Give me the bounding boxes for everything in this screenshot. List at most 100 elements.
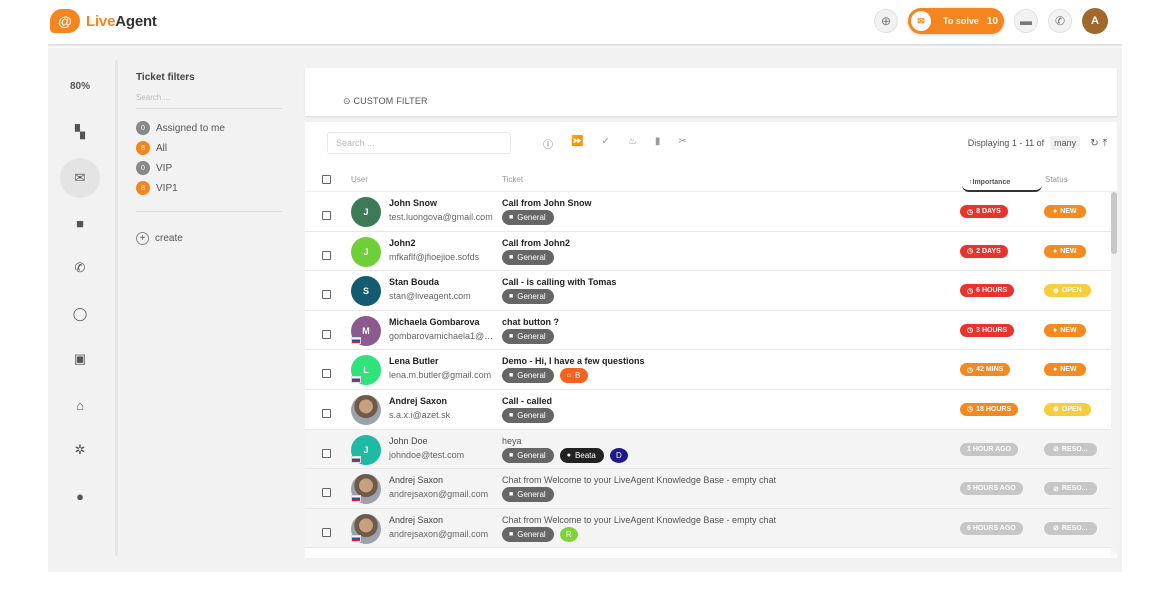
column-user[interactable]: User — [351, 175, 368, 184]
row-checkbox[interactable] — [322, 484, 331, 502]
row-checkbox[interactable] — [322, 524, 331, 542]
refresh-icon[interactable]: ↻ — [1090, 138, 1098, 149]
ticket-subject[interactable]: Call from John Snow — [502, 198, 592, 208]
select-all-checkbox[interactable] — [322, 175, 331, 186]
user-name[interactable]: John2 — [389, 238, 416, 248]
flag-icon — [351, 495, 361, 503]
clock-icon: ◷ — [967, 248, 974, 256]
filter-assigned-to-me[interactable]: 0 Assigned to me — [136, 121, 286, 135]
row-checkbox[interactable] — [322, 445, 331, 463]
nav-reports[interactable]: ◯ — [60, 294, 100, 334]
nav-progress[interactable]: 80% — [60, 66, 100, 106]
table-row[interactable]: J John2 mfkaflf@jfioejioe.sofds Call fro… — [305, 231, 1111, 272]
nav-tickets[interactable]: ✉ — [60, 158, 100, 198]
filter-vip[interactable]: 0 VIP — [136, 161, 286, 175]
column-ticket[interactable]: Ticket — [502, 175, 523, 184]
ticket-subject[interactable]: Chat from Welcome to your LiveAgent Know… — [502, 515, 776, 525]
resolve-icon[interactable]: ✓ — [601, 136, 609, 151]
info-icon[interactable]: ⓘ — [543, 136, 553, 151]
department-tag[interactable]: ■ General — [502, 249, 554, 265]
user-avatar[interactable]: A — [1082, 8, 1108, 34]
tag-badge[interactable]: R — [559, 526, 578, 542]
custom-filter-button[interactable]: ⊙ CUSTOM FILTER — [343, 96, 428, 107]
agent-tag[interactable]: ● Beata — [559, 447, 604, 463]
user-name[interactable]: Stan Bouda — [389, 277, 439, 287]
row-checkbox[interactable] — [322, 405, 331, 423]
add-button[interactable]: ⊕ — [874, 9, 899, 33]
scroll-top-icon[interactable]: ⤒ — [1103, 138, 1107, 149]
filter-vip1[interactable]: 8 VIP1 — [136, 181, 286, 195]
liveagent-logo[interactable]: @ LiveAgent — [50, 9, 157, 33]
department-tag[interactable]: ■ General — [502, 526, 554, 542]
nav-settings[interactable]: ✲ — [60, 430, 100, 470]
nav-chats[interactable]: ■ — [60, 203, 100, 243]
table-row[interactable]: Andrej Saxon andrejsaxon@gmail.com Chat … — [305, 508, 1111, 549]
call-button[interactable]: ✆ — [1048, 9, 1072, 33]
forward-icon[interactable]: ⏩ — [571, 136, 583, 151]
priority-icon[interactable]: ♨ — [628, 136, 637, 151]
spam-icon[interactable]: ✂ — [678, 136, 686, 151]
ticket-subject[interactable]: chat button ? — [502, 317, 559, 327]
table-row[interactable]: M Michaela Gombarova gombarovamichaela1@… — [305, 310, 1111, 351]
department-tag[interactable]: ■ General — [502, 368, 554, 384]
filter-all[interactable]: 8 All — [136, 141, 286, 155]
row-checkbox[interactable] — [322, 365, 331, 383]
trash-icon[interactable]: ▮ — [655, 136, 661, 151]
table-row[interactable]: L Lena Butler lena.m.butler@gmail.com De… — [305, 350, 1111, 390]
user-name[interactable]: Lena Butler — [389, 356, 439, 366]
tag-badge[interactable]: ⌂ B — [559, 368, 589, 384]
ticket-subject[interactable]: Call from John2 — [502, 238, 570, 248]
row-checkbox[interactable] — [322, 247, 331, 265]
ticket-subject[interactable]: heya — [502, 436, 522, 446]
importance-badge: ◷ 3 HOURS — [960, 323, 1015, 337]
ticket-subject[interactable]: Chat from Welcome to your LiveAgent Know… — [502, 475, 776, 485]
user-name[interactable]: John Snow — [389, 198, 437, 208]
nav-calls[interactable]: ✆ — [60, 248, 100, 288]
table-row[interactable]: Andrej Saxon s.a.x.i@azet.sk Call - call… — [305, 389, 1111, 430]
table-row[interactable]: Andrej Saxon andrejsaxon@gmail.com Chat … — [305, 469, 1111, 509]
department-tag[interactable]: ■ General — [502, 487, 554, 503]
nav-contacts[interactable]: ▣ — [60, 339, 100, 379]
table-row[interactable]: J John Snow test.luongova@gmail.com Call… — [305, 192, 1111, 232]
create-label: create — [155, 233, 183, 244]
nav-knowledgebase[interactable]: ⌂ — [60, 385, 100, 425]
user-email: stan@liveagent.com — [389, 291, 471, 302]
department-tag[interactable]: ■ General — [502, 328, 554, 344]
ticket-subject[interactable]: Demo - Hi, I have a few questions — [502, 356, 645, 366]
create-filter-button[interactable]: + create — [136, 232, 286, 245]
user-name[interactable]: Andrej Saxon — [389, 475, 443, 485]
ticket-subject[interactable]: Call - called — [502, 396, 552, 406]
total-dropdown[interactable]: many — [1050, 136, 1081, 150]
department-tag[interactable]: ■ General — [502, 289, 554, 305]
user-name[interactable]: Andrej Saxon — [389, 396, 447, 406]
department-tag[interactable]: ■ General — [502, 447, 554, 463]
user-name[interactable]: Andrej Saxon — [389, 515, 443, 525]
user-email: andrejsaxon@gmail.com — [389, 528, 489, 539]
table-row[interactable]: S Stan Bouda stan@liveagent.com Call - i… — [305, 271, 1111, 311]
scrollbar[interactable] — [1111, 192, 1117, 558]
nav-dashboard[interactable]: ▚ — [60, 112, 100, 152]
user-name[interactable]: Michaela Gombarova — [389, 317, 480, 327]
column-importance[interactable]: ↑ Importance — [962, 175, 1042, 192]
nav-plugins[interactable]: ● — [60, 476, 100, 516]
filters-search-input[interactable]: Search ... — [136, 93, 282, 109]
ticket-list: J John Snow test.luongova@gmail.com Call… — [305, 192, 1111, 549]
importance-badge: ◷ 8 DAYS — [960, 205, 1008, 218]
chat-button[interactable]: ▬ — [1014, 9, 1038, 33]
row-checkbox[interactable] — [322, 207, 331, 225]
scrollbar-thumb[interactable] — [1111, 192, 1117, 254]
row-checkbox[interactable] — [322, 326, 331, 344]
row-checkbox[interactable] — [322, 286, 331, 304]
flag-icon — [351, 455, 361, 463]
status-icon: ⊘ — [1053, 485, 1059, 493]
user-name[interactable]: John Doe — [389, 436, 428, 446]
ticket-subject[interactable]: Call - is calling with Tomas — [502, 277, 616, 287]
department-tag[interactable]: ■ General — [502, 407, 554, 423]
status-icon: ⊕ — [1053, 406, 1059, 414]
column-status[interactable]: Status — [1045, 175, 1068, 184]
department-tag[interactable]: ■ General — [502, 210, 554, 225]
to-solve-button[interactable]: ✉ To solve 10 — [908, 8, 1004, 34]
table-row[interactable]: J John Doe johndoe@test.com heya ■ Genera… — [305, 429, 1111, 470]
tickets-search-input[interactable]: Search ... — [327, 132, 511, 154]
tag-badge[interactable]: D — [609, 447, 628, 463]
